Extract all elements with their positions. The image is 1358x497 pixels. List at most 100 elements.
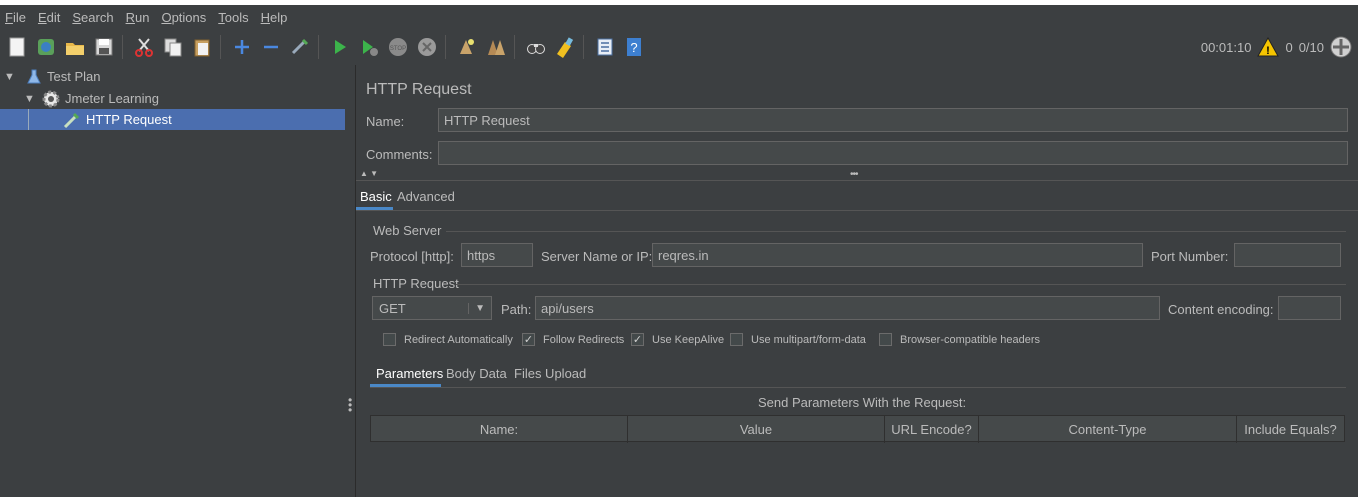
server-name-field[interactable] <box>652 243 1143 267</box>
column-name[interactable]: Name: <box>371 416 628 443</box>
redirect-automatically-checkbox[interactable]: Redirect Automatically <box>383 333 513 346</box>
svg-text:?: ? <box>630 40 637 55</box>
column-content-type[interactable]: Content-Type <box>979 416 1237 443</box>
tree-item-test-plan[interactable]: ▼ Test Plan <box>0 66 345 87</box>
comments-label: Comments: <box>366 147 433 162</box>
menu-search[interactable]: Search <box>67 10 120 25</box>
follow-redirects-checkbox[interactable]: ✓ Follow Redirects <box>522 333 624 346</box>
tab-advanced[interactable]: Advanced <box>397 189 455 204</box>
collapse-all-icon[interactable] <box>259 35 283 59</box>
function-helper-icon[interactable] <box>593 35 617 59</box>
column-url-encode[interactable]: URL Encode? <box>885 416 979 443</box>
chevron-down-icon[interactable]: ▼ <box>4 71 16 83</box>
menu-help-rest: elp <box>270 9 288 25</box>
splitter-grip[interactable]: • • • <box>348 394 352 416</box>
tree-item-label: HTTP Request <box>86 112 172 127</box>
checkbox-box[interactable] <box>383 333 396 346</box>
menu-edit-mnemonic: E <box>37 9 47 25</box>
menu-help-mnemonic: H <box>260 9 271 25</box>
clear-icon[interactable] <box>455 35 479 59</box>
save-icon[interactable] <box>92 35 116 59</box>
method-select[interactable]: GET ▼ <box>372 296 492 320</box>
menu-run-rest: un <box>134 9 150 25</box>
chevron-down-icon[interactable]: ▼ <box>24 93 36 105</box>
port-number-label: Port Number: <box>1151 249 1229 264</box>
menu-file-rest: ile <box>12 9 26 25</box>
tab-parameters[interactable]: Parameters <box>376 366 443 381</box>
menu-file-mnemonic: F <box>5 9 13 25</box>
paste-icon[interactable] <box>190 35 214 59</box>
elapsed-timer: 00:01:10 <box>1200 39 1252 55</box>
checkbox-box[interactable] <box>730 333 743 346</box>
use-multipart-checkbox[interactable]: Use multipart/form-data <box>730 333 866 346</box>
tab-files-upload[interactable]: Files Upload <box>514 366 586 381</box>
help-icon[interactable]: ? <box>622 35 646 59</box>
collapse-arrows-icon[interactable]: ▲ ▼ <box>360 169 378 178</box>
menu-options[interactable]: Options <box>156 10 213 25</box>
name-field[interactable] <box>438 108 1348 132</box>
menu-run[interactable]: Run <box>121 10 157 25</box>
pane-splitter[interactable]: • • • <box>345 65 356 497</box>
protocol-field[interactable] <box>461 243 533 267</box>
cut-icon[interactable] <box>132 35 156 59</box>
toolbar-separator <box>445 35 446 59</box>
svg-text:STOP: STOP <box>390 46 406 52</box>
browser-compatible-headers-checkbox[interactable]: Browser-compatible headers <box>879 333 1040 346</box>
new-icon[interactable] <box>5 35 29 59</box>
open-icon[interactable] <box>63 35 87 59</box>
search-icon[interactable] <box>524 35 548 59</box>
drag-handle-icon[interactable]: ••• <box>850 169 858 180</box>
flask-icon <box>27 69 41 83</box>
warning-icon[interactable]: ! <box>1257 37 1280 57</box>
port-number-field[interactable] <box>1234 243 1341 267</box>
method-value: GET <box>379 300 406 316</box>
menu-tools-rest: ools <box>224 9 249 25</box>
expand-all-icon[interactable] <box>230 35 254 59</box>
checkbox-label: Use multipart/form-data <box>751 333 866 346</box>
templates-icon[interactable] <box>34 35 58 59</box>
toolbar: STOP ? 00:01:10 ! 0 0/10 <box>0 29 1358 65</box>
path-field[interactable] <box>535 296 1160 320</box>
tab-body-data[interactable]: Body Data <box>446 366 507 381</box>
copy-icon[interactable] <box>161 35 185 59</box>
checkbox-box[interactable] <box>879 333 892 346</box>
test-plan-tree: ▼ Test Plan ▼ Jmeter Learning HTTP Reque… <box>0 65 345 497</box>
content-encoding-field[interactable] <box>1278 296 1341 320</box>
start-icon[interactable] <box>328 35 352 59</box>
menu-file[interactable]: File <box>0 10 33 25</box>
menu-edit[interactable]: Edit <box>33 10 67 25</box>
chevron-down-icon[interactable]: ▼ <box>468 302 485 314</box>
menu-search-rest: earch <box>81 9 114 25</box>
menu-tools[interactable]: Tools <box>213 10 255 25</box>
panel-title: HTTP Request <box>366 81 472 98</box>
checkbox-label: Redirect Automatically <box>404 333 513 346</box>
shutdown-icon[interactable] <box>415 35 439 59</box>
column-value[interactable]: Value <box>628 416 885 443</box>
menu-run-mnemonic: R <box>125 9 135 25</box>
tree-item-label: Jmeter Learning <box>65 91 159 106</box>
checkbox-box[interactable]: ✓ <box>522 333 535 346</box>
web-server-section-title: Web Server <box>373 223 442 238</box>
tree-item-http-request[interactable]: HTTP Request <box>0 109 345 130</box>
start-no-pauses-icon[interactable] <box>357 35 381 59</box>
checkbox-box[interactable]: ✓ <box>631 333 644 346</box>
protocol-label: Protocol [http]: <box>370 249 454 264</box>
path-label: Path: <box>501 302 532 317</box>
comments-field[interactable] <box>438 141 1348 165</box>
use-keepalive-checkbox[interactable]: ✓ Use KeepAlive <box>631 333 724 346</box>
toolbar-separator <box>220 35 221 59</box>
divider <box>356 180 1358 181</box>
tab-basic[interactable]: Basic <box>360 189 392 204</box>
tab-divider <box>356 210 1358 211</box>
toggle-icon[interactable] <box>288 35 312 59</box>
stop-icon[interactable]: STOP <box>386 35 410 59</box>
reset-search-icon[interactable] <box>553 35 577 59</box>
column-include-equals[interactable]: Include Equals? <box>1237 416 1344 443</box>
clear-all-icon[interactable] <box>484 35 508 59</box>
http-request-section-title: HTTP Request <box>373 276 459 291</box>
section-rule <box>456 284 1346 285</box>
section-rule <box>446 231 1346 232</box>
menu-edit-rest: dit <box>46 9 61 25</box>
tree-item-thread-group[interactable]: ▼ Jmeter Learning <box>0 88 345 109</box>
menu-help[interactable]: Help <box>256 10 295 25</box>
